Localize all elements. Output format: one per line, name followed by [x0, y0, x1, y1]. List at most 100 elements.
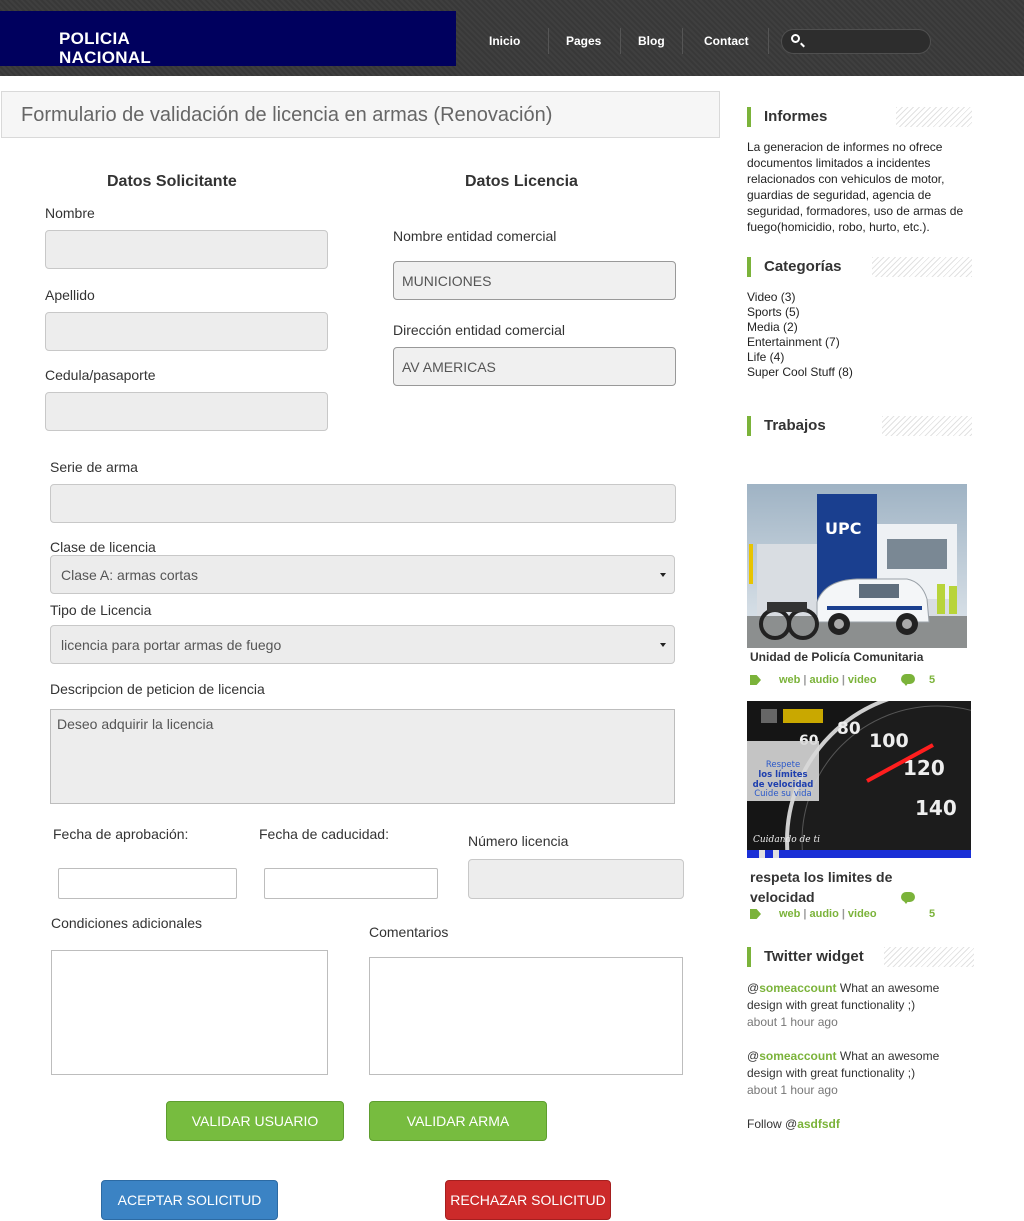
cedula-label: Cedula/pasaporte — [45, 367, 156, 383]
category-link-life[interactable]: Life (4) — [747, 350, 784, 365]
apellido-input[interactable] — [45, 312, 328, 351]
sign-footer: Cuidando de ti — [753, 835, 820, 845]
informes-text: La generacion de informes no ofrece docu… — [747, 140, 964, 234]
search-icon[interactable] — [791, 34, 800, 43]
cedula-input[interactable] — [45, 392, 328, 431]
tag-link-audio[interactable]: audio — [809, 908, 838, 920]
nav-inicio[interactable]: Inicio — [489, 34, 520, 48]
nav-blog[interactable]: Blog — [638, 34, 665, 48]
chevron-down-icon — [660, 643, 666, 647]
comment-icon — [901, 674, 915, 686]
sign-line2: los límites — [758, 770, 807, 780]
tag-icon — [750, 675, 761, 685]
speedometer-image: 60 80 100 120 140 Respete los límites de… — [747, 701, 971, 858]
serie-input[interactable] — [50, 484, 676, 523]
sign-line1: Respete — [766, 760, 800, 770]
title-stripes — [884, 947, 974, 967]
section-applicant-heading: Datos Solicitante — [107, 173, 237, 190]
logo-line1: POLICIA — [59, 29, 131, 48]
post-photo-upc[interactable]: UPC — [747, 484, 967, 648]
twitter-widget-title: Twitter widget — [747, 947, 864, 967]
page: POLICIA NACIONAL Inicio Pages Blog Conta… — [0, 0, 1024, 1221]
nombre-label: Nombre — [45, 205, 95, 221]
tag-link-video[interactable]: video — [848, 674, 877, 686]
tweet-time: about 1 hour ago — [747, 1083, 838, 1097]
numero-licencia-label: Número licencia — [468, 833, 569, 849]
tag-icon — [750, 909, 761, 919]
svg-text:100: 100 — [869, 730, 909, 752]
site-logo[interactable]: POLICIA NACIONAL — [0, 11, 456, 67]
tipo-selected-value: licencia para portar armas de fuego — [61, 637, 282, 653]
descripcion-label: Descripcion de peticion de licencia — [50, 681, 265, 697]
post-tags-speed: web | audio | video 5 — [750, 892, 940, 922]
category-link-video[interactable]: Video (3) — [747, 290, 795, 305]
condiciones-textarea[interactable] — [51, 950, 328, 1075]
numero-licencia-input[interactable] — [468, 859, 684, 899]
validar-arma-button[interactable]: VALIDAR ARMA — [369, 1101, 547, 1141]
descripcion-textarea[interactable]: Deseo adquirir la licencia — [50, 709, 675, 804]
fecha-aprobacion-input[interactable] — [58, 868, 237, 899]
page-title: Formulario de validación de licencia en … — [21, 104, 553, 126]
tag-link-video[interactable]: video — [848, 908, 877, 920]
tweet-account-link[interactable]: someaccount — [759, 1049, 836, 1063]
informes-widget-title: Informes — [747, 107, 827, 127]
title-stripes — [896, 107, 972, 127]
comentarios-textarea[interactable] — [369, 957, 683, 1075]
comentarios-label: Comentarios — [369, 924, 449, 940]
post-caption-speed[interactable]: respeta los limites de velocidad — [750, 867, 950, 907]
nav-divider — [682, 28, 683, 54]
clase-select[interactable]: Clase A: armas cortas — [50, 555, 675, 594]
category-link-entertainment[interactable]: Entertainment (7) — [747, 335, 840, 350]
nav-contact[interactable]: Contact — [704, 34, 749, 48]
post-photo-speed[interactable]: 60 80 100 120 140 Respete los límites de… — [747, 701, 971, 858]
tag-link-web[interactable]: web — [779, 908, 800, 920]
category-link-media[interactable]: Media (2) — [747, 320, 798, 335]
categorias-widget-title: Categorías — [747, 257, 842, 277]
title-stripes — [872, 257, 972, 277]
nav-pages[interactable]: Pages — [566, 34, 601, 48]
section-license-heading: Datos Licencia — [465, 173, 578, 190]
search-input[interactable] — [810, 33, 922, 50]
category-link-super-cool-stuff[interactable]: Super Cool Stuff (8) — [747, 365, 853, 380]
post-caption-upc[interactable]: Unidad de Policía Comunitaria — [750, 650, 923, 664]
nav-divider — [768, 28, 769, 54]
tag-link-web[interactable]: web — [779, 674, 800, 686]
svg-text:80: 80 — [837, 719, 861, 739]
follow-account-link[interactable]: asdfsdf — [797, 1117, 840, 1131]
direccion-input[interactable] — [393, 347, 676, 386]
entidad-input[interactable] — [393, 261, 676, 300]
fecha-aprobacion-label: Fecha de aprobación: — [53, 826, 189, 842]
form-title-box: Formulario de validación de licencia en … — [1, 91, 720, 138]
tipo-label: Tipo de Licencia — [50, 602, 152, 618]
fecha-caducidad-input[interactable] — [264, 868, 438, 899]
top-navbar: POLICIA NACIONAL Inicio Pages Blog Conta… — [0, 0, 1024, 76]
tweet-account-link[interactable]: someaccount — [759, 981, 836, 995]
tweet: @someaccount What an awesome design with… — [747, 980, 977, 1031]
comment-count[interactable]: 5 — [929, 908, 935, 920]
search-box — [781, 29, 931, 54]
trabajos-widget-title: Trabajos — [747, 416, 826, 436]
comment-icon — [901, 892, 915, 904]
entidad-label: Nombre entidad comercial — [393, 228, 557, 244]
clase-selected-value: Clase A: armas cortas — [61, 567, 198, 583]
nombre-input[interactable] — [45, 230, 328, 269]
validar-usuario-button[interactable]: VALIDAR USUARIO — [166, 1101, 344, 1141]
rechazar-solicitud-button[interactable]: RECHAZAR SOLICITUD — [445, 1180, 611, 1220]
category-link-sports[interactable]: Sports (5) — [747, 305, 800, 320]
post-tags-upc: web | audio | video 5 — [750, 674, 940, 688]
clase-label: Clase de licencia — [50, 539, 156, 555]
apellido-label: Apellido — [45, 287, 95, 303]
logo-line2: NACIONAL — [59, 48, 152, 67]
serie-label: Serie de arma — [50, 459, 138, 475]
follow-line: Follow @asdfsdf — [747, 1116, 977, 1133]
chevron-down-icon — [660, 573, 666, 577]
tag-link-audio[interactable]: audio — [809, 674, 838, 686]
upc-station-image: UPC — [747, 484, 967, 648]
fecha-caducidad-label: Fecha de caducidad: — [259, 826, 389, 842]
aceptar-solicitud-button[interactable]: ACEPTAR SOLICITUD — [101, 1180, 278, 1220]
condiciones-label: Condiciones adicionales — [51, 915, 202, 931]
tweet: @someaccount What an awesome design with… — [747, 1048, 977, 1099]
tipo-select[interactable]: licencia para portar armas de fuego — [50, 625, 675, 664]
follow-prefix: Follow @ — [747, 1117, 798, 1131]
comment-count[interactable]: 5 — [929, 674, 935, 686]
